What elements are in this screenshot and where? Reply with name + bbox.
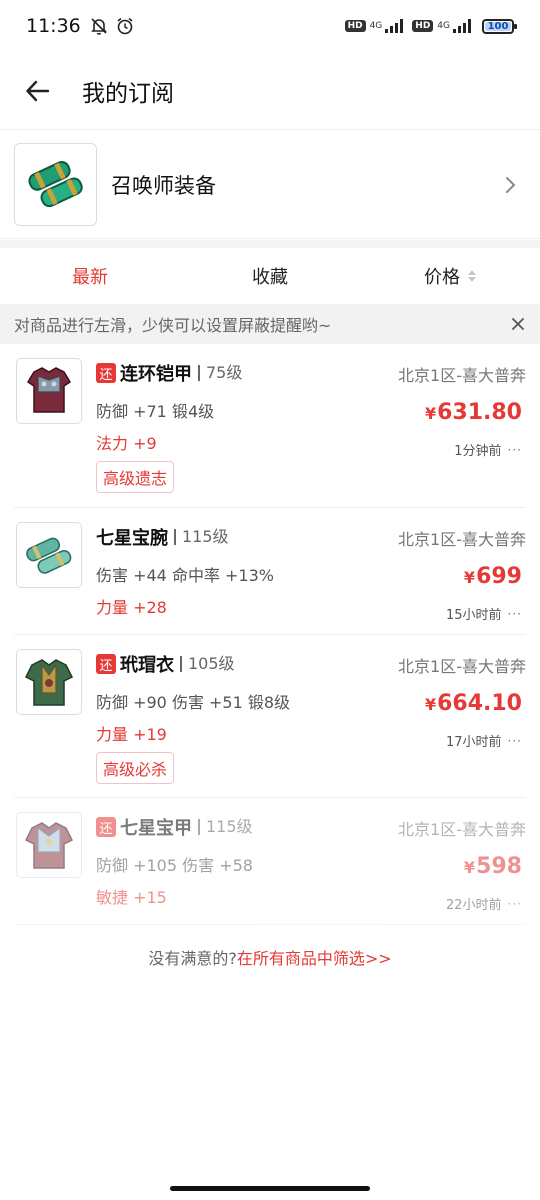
item-name: 连环铠甲: [120, 364, 192, 385]
more-options-button[interactable]: ···: [508, 443, 522, 457]
status-time: 11:36: [26, 15, 81, 37]
item-server: 北京1区-喜大普奔: [398, 530, 526, 549]
bell-off-icon: [90, 18, 107, 35]
item-level: 75级: [198, 365, 242, 381]
item-level: 105级: [180, 656, 235, 672]
item-server: 北京1区-喜大普奔: [398, 657, 526, 676]
battery-level: 100: [487, 20, 509, 32]
item-name: 七星宝甲: [120, 818, 192, 839]
status-left-icons: [89, 16, 135, 36]
item-price: ¥699: [463, 564, 522, 589]
status-right: HD 4G HD 4G 100: [344, 18, 517, 34]
hd-badge: HD: [344, 20, 366, 32]
item-thumbnail: [16, 522, 82, 588]
return-badge: 还: [96, 654, 116, 674]
close-icon: [512, 318, 524, 330]
tip-text: 对商品进行左滑，少侠可以设置屏蔽提醒哟~: [14, 316, 332, 335]
sort-icon: [468, 270, 476, 282]
more-options-button[interactable]: ···: [508, 897, 522, 911]
tab-label: 价格: [424, 267, 460, 288]
list-item[interactable]: 还 连环铠甲 75级 北京1区-喜大普奔 防御 +71 锻4级 ¥631.80 …: [14, 344, 526, 508]
signal-icon: [453, 19, 471, 33]
item-extra-attr: 法力 +9: [96, 434, 157, 453]
return-badge: 还: [96, 363, 116, 383]
subscription-thumbnail: [14, 143, 97, 226]
item-time: 22小时前 ···: [446, 896, 522, 914]
item-extra-attr: 力量 +28: [96, 598, 167, 617]
filter-all-link[interactable]: 在所有商品中筛选>>: [237, 949, 392, 968]
list-item[interactable]: 七星宝腕 115级 北京1区-喜大普奔 伤害 +44 命中率 +13% ¥699…: [14, 508, 526, 635]
hd-badge: HD: [412, 20, 434, 32]
arrow-left-icon: [26, 80, 50, 101]
subscription-name: 召唤师装备: [111, 173, 216, 198]
status-bar: 11:36 HD 4G HD 4G 100: [0, 0, 540, 52]
more-options-button[interactable]: ···: [508, 607, 522, 621]
back-button[interactable]: [18, 71, 58, 111]
item-thumbnail: [16, 358, 82, 424]
armor-item-icon: [24, 822, 74, 869]
robe-item-icon: [24, 659, 74, 706]
tab-label: 收藏: [252, 267, 288, 288]
item-stats: 防御 +71 锻4级: [96, 402, 215, 421]
item-tag: 高级必杀: [96, 752, 175, 784]
item-stats: 防御 +105 伤害 +58: [96, 856, 253, 875]
item-list: 还 连环铠甲 75级 北京1区-喜大普奔 防御 +71 锻4级 ¥631.80 …: [0, 344, 540, 925]
battery-icon: 100: [482, 18, 517, 34]
item-thumbnail: [16, 649, 82, 715]
home-indicator[interactable]: [170, 1186, 370, 1191]
list-item[interactable]: 还 玳瑁衣 105级 北京1区-喜大普奔 防御 +90 伤害 +51 锻8级 ¥…: [14, 635, 526, 798]
item-thumbnail: [16, 812, 82, 878]
return-badge: 还: [96, 817, 116, 837]
section-divider: [0, 240, 540, 248]
signal-icon: [385, 19, 404, 33]
tab-latest[interactable]: 最新: [0, 263, 180, 289]
item-server: 北京1区-喜大普奔: [398, 820, 526, 839]
item-level: 115级: [198, 819, 253, 835]
bracer-item-icon: [26, 537, 72, 574]
list-item[interactable]: 还 七星宝甲 115级 北京1区-喜大普奔 防御 +105 伤害 +58 ¥59…: [14, 798, 526, 925]
subscription-card[interactable]: 召唤师装备: [0, 131, 540, 239]
tab-favorites[interactable]: 收藏: [180, 263, 360, 289]
alarm-icon: [117, 17, 133, 35]
page-title: 我的订阅: [82, 80, 174, 107]
item-extra-attr: 力量 +19: [96, 725, 167, 744]
item-price: ¥664.10: [424, 691, 522, 716]
chevron-right-icon: [506, 176, 515, 193]
item-level: 115级: [174, 529, 229, 545]
item-time: 15小时前 ···: [446, 606, 522, 624]
item-title-row: 还 连环铠甲 75级: [96, 360, 242, 386]
item-server: 北京1区-喜大普奔: [398, 366, 526, 385]
item-title-row: 七星宝腕 115级: [96, 524, 229, 550]
item-extra-attr: 敏捷 +15: [96, 888, 167, 907]
network-type: 4G: [369, 21, 383, 31]
item-title-row: 还 七星宝甲 115级: [96, 814, 253, 840]
armor-item-icon: [26, 367, 72, 413]
item-name: 七星宝腕: [96, 528, 168, 549]
network-type: 4G: [437, 21, 450, 31]
close-button[interactable]: [508, 314, 528, 334]
footer-tip: 没有满意的?在所有商品中筛选>>: [0, 945, 540, 969]
item-price: ¥598: [463, 854, 522, 879]
item-price: ¥631.80: [424, 400, 522, 425]
footer-prefix: 没有满意的?: [148, 949, 237, 968]
item-time: 1分钟前 ···: [454, 442, 522, 460]
item-stats: 伤害 +44 命中率 +13%: [96, 566, 274, 585]
tab-label: 最新: [72, 267, 108, 288]
tip-banner: 对商品进行左滑，少侠可以设置屏蔽提醒哟~: [0, 304, 540, 344]
more-options-button[interactable]: ···: [508, 734, 522, 748]
item-tag: 高级遗志: [96, 461, 175, 493]
tab-bar: 最新 收藏 价格: [0, 248, 540, 304]
item-time: 17小时前 ···: [446, 733, 522, 751]
item-name: 玳瑁衣: [120, 655, 174, 676]
bracer-item-icon: [27, 160, 83, 207]
item-stats: 防御 +90 伤害 +51 锻8级: [96, 693, 291, 712]
header: 我的订阅: [0, 52, 540, 130]
item-title-row: 还 玳瑁衣 105级: [96, 651, 235, 677]
tab-price[interactable]: 价格: [360, 263, 540, 289]
